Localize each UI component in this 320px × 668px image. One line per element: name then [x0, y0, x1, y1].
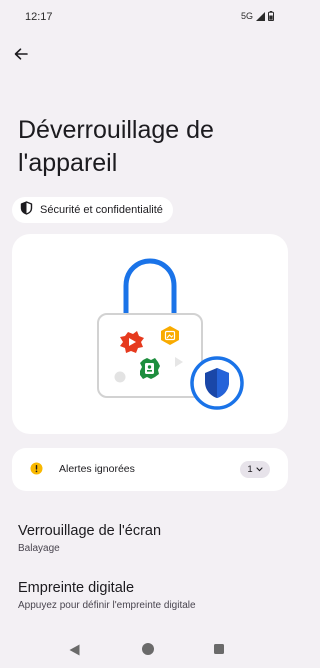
- screen-lock-setting[interactable]: Verrouillage de l'écran Balayage: [18, 522, 282, 554]
- nav-home-icon[interactable]: [142, 643, 154, 655]
- shield-icon: [20, 200, 33, 220]
- status-bar: 12:17 5G: [0, 0, 300, 36]
- grey-dot: [114, 371, 126, 383]
- nav-recents-icon[interactable]: [214, 644, 224, 654]
- fingerprint-setting[interactable]: Empreinte digitale Appuyez pour définir …: [18, 579, 282, 611]
- setting-subtitle: Appuyez pour définir l'empreinte digital…: [18, 600, 196, 611]
- chevron-down-icon: [256, 464, 263, 475]
- nav-back-icon[interactable]: [69, 643, 80, 661]
- setting-subtitle: Balayage: [18, 543, 60, 554]
- breadcrumb-label: Sécurité et confidentialité: [40, 204, 163, 216]
- ignored-alerts-card[interactable]: Alertes ignorées 1: [12, 448, 288, 491]
- page-title: Déverrouillage de l'appareil: [18, 116, 214, 177]
- battery-icon: [268, 11, 274, 21]
- status-icons: 5G: [241, 11, 274, 21]
- arrow-left-icon: [14, 47, 28, 65]
- device-unlock-screen: 12:17 5G Déverrouillage de l'appareil Sé…: [0, 0, 300, 668]
- breadcrumb-chip[interactable]: Sécurité et confidentialité: [12, 197, 173, 223]
- illustration-card: [12, 234, 288, 434]
- padlock-illustration: [97, 258, 244, 410]
- alerts-count-badge[interactable]: 1: [240, 461, 270, 478]
- padlock-shackle: [123, 258, 177, 319]
- setting-title: Verrouillage de l'écran: [18, 523, 162, 539]
- network-type: 5G: [240, 11, 253, 21]
- back-button[interactable]: [8, 43, 34, 69]
- status-time: 12:17: [25, 11, 53, 23]
- padlock-body: [97, 313, 203, 398]
- navigation-bar: [0, 628, 300, 668]
- security-shield-icon: [190, 356, 244, 410]
- setting-title: Empreinte digitale: [18, 580, 135, 596]
- signal-icon: [256, 11, 265, 21]
- warning-icon: [30, 462, 43, 480]
- alerts-count: 1: [247, 464, 253, 475]
- alerts-label: Alertes ignorées: [59, 463, 135, 475]
